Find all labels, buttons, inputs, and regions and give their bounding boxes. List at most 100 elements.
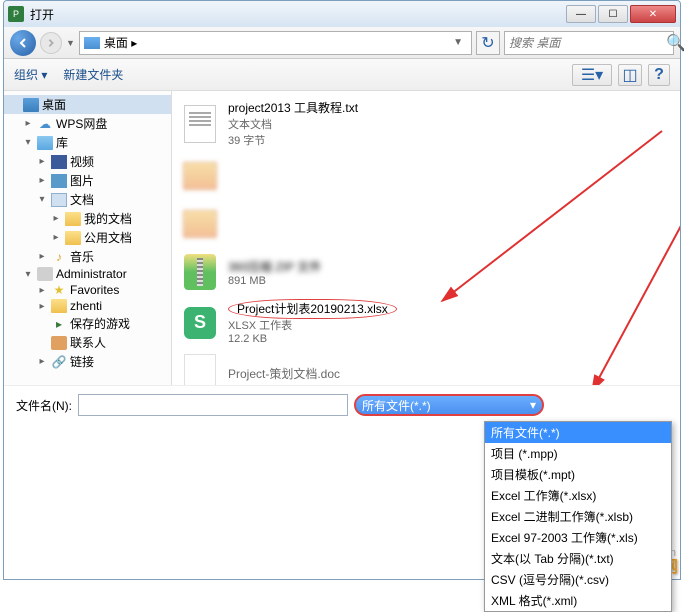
arrow-right-icon — [46, 38, 56, 48]
tree-twisty-icon[interactable]: ▾ — [22, 269, 34, 280]
file-name: 360压缩 ZIP 文件 — [228, 260, 321, 274]
filetype-combo[interactable]: 所有文件(*.*) ▾ — [354, 394, 544, 416]
tree-twisty-icon[interactable]: ▸ — [36, 251, 48, 262]
window-title: 打开 — [30, 6, 566, 23]
search-box[interactable]: 🔍 — [504, 31, 674, 55]
arrow-left-icon — [17, 37, 29, 49]
preview-pane-button[interactable]: ◫ — [618, 64, 642, 86]
organize-button[interactable]: 组织 ▾ — [14, 66, 47, 83]
folder-icon — [51, 299, 67, 313]
tree-item-label: 桌面 — [42, 96, 66, 113]
tree-twisty-icon[interactable]: ▸ — [36, 175, 48, 186]
file-item[interactable]: 360压缩 ZIP 文件 891 MB — [176, 248, 676, 296]
folder-icon — [65, 212, 81, 226]
tree-item-链接[interactable]: ▸🔗链接 — [4, 352, 171, 371]
filetype-option[interactable]: 所有文件(*.*) — [485, 422, 671, 443]
tree-twisty-icon[interactable]: ▸ — [50, 213, 62, 224]
location-bar[interactable]: 桌面 ▸ ▼ — [79, 31, 472, 55]
tree-twisty-icon[interactable]: ▸ — [36, 285, 48, 296]
minimize-button[interactable]: — — [566, 5, 596, 23]
forward-button — [40, 32, 62, 54]
file-item[interactable] — [176, 200, 676, 248]
contact-icon — [51, 336, 67, 350]
toolbar: 组织 ▾ 新建文件夹 ☰ ▾ ◫ ? — [4, 59, 680, 91]
save-icon: ▸ — [51, 317, 67, 331]
user-icon — [37, 267, 53, 281]
tree-item-保存的游戏[interactable]: ▸保存的游戏 — [4, 314, 171, 333]
file-item[interactable] — [176, 152, 676, 200]
tree-item-WPS网盘[interactable]: ▸☁WPS网盘 — [4, 114, 171, 133]
close-button[interactable]: ✕ — [630, 5, 676, 23]
txt-file-icon — [180, 104, 220, 144]
tree-twisty-icon[interactable]: ▸ — [36, 156, 48, 167]
filetype-option[interactable]: XML 格式(*.xml) — [485, 590, 671, 611]
desktop-icon — [23, 98, 39, 112]
filetype-option[interactable]: Excel 工作簿(*.xlsx) — [485, 485, 671, 506]
tree-item-音乐[interactable]: ▸♪音乐 — [4, 247, 171, 266]
filetype-option[interactable]: Excel 97-2003 工作簿(*.xls) — [485, 527, 671, 548]
maximize-button[interactable]: ☐ — [598, 5, 628, 23]
tree-twisty-icon[interactable]: ▸ — [22, 118, 34, 129]
tree-item-label: zhenti — [70, 299, 102, 313]
filename-input[interactable] — [78, 394, 348, 416]
new-folder-button[interactable]: 新建文件夹 — [63, 66, 123, 83]
file-name: Project-策划文档.doc — [228, 367, 340, 381]
folder-icon — [65, 231, 81, 245]
tree-item-Favorites[interactable]: ▸★Favorites — [4, 282, 171, 298]
filetype-option[interactable]: 项目模板(*.mpt) — [485, 464, 671, 485]
tree-item-label: Favorites — [70, 283, 119, 297]
file-name: project2013 工具教程.txt — [228, 101, 358, 115]
tree-item-Administrator[interactable]: ▾Administrator — [4, 266, 171, 282]
file-name: Project计划表20190213.xlsx — [228, 299, 397, 319]
filetype-option[interactable]: Excel 二进制工作簿(*.xlsb) — [485, 506, 671, 527]
zip-file-icon — [180, 252, 220, 292]
music-icon: ♪ — [51, 250, 67, 264]
filename-row: 文件名(N): 所有文件(*.*) ▾ — [4, 385, 680, 424]
tree-twisty-icon[interactable]: ▸ — [36, 301, 48, 312]
file-list[interactable]: project2013 工具教程.txt 文本文档 39 字节 360压缩 ZI… — [172, 91, 680, 385]
help-button[interactable]: ? — [648, 64, 670, 86]
file-item[interactable]: S Project计划表20190213.xlsx XLSX 工作表 12.2 … — [176, 296, 676, 349]
tree-item-label: 我的文档 — [84, 210, 132, 227]
tree-twisty-icon[interactable]: ▾ — [36, 194, 48, 205]
tree-item-我的文档[interactable]: ▸ 我的文档 — [4, 209, 171, 228]
folder-tree[interactable]: 桌面▸☁WPS网盘▾库▸视频▸图片▾文档▸我的文档▸公用文档▸♪音乐▾Admin… — [4, 91, 172, 385]
tree-item-label: WPS网盘 — [56, 115, 107, 132]
filetype-option[interactable]: CSV (逗号分隔)(*.csv) — [485, 569, 671, 590]
tree-item-联系人[interactable]: 联系人 — [4, 333, 171, 352]
tree-item-公用文档[interactable]: ▸公用文档 — [4, 228, 171, 247]
tree-twisty-icon[interactable]: ▸ — [36, 356, 48, 367]
file-item[interactable]: project2013 工具教程.txt 文本文档 39 字节 — [176, 95, 676, 152]
tree-item-zhenti[interactable]: ▸ zhenti — [4, 298, 171, 314]
search-icon: 🔍 — [666, 33, 684, 53]
tree-item-视频[interactable]: ▸ 视频 — [4, 152, 171, 171]
filetype-dropdown[interactable]: 所有文件(*.*)项目 (*.mpp)项目模板(*.mpt)Excel 工作簿(… — [484, 421, 672, 612]
refresh-button[interactable]: ↻ — [476, 31, 500, 55]
history-dropdown-icon[interactable]: ▼ — [66, 38, 75, 48]
lib-icon — [37, 136, 53, 150]
search-input[interactable] — [509, 36, 666, 50]
link-icon: 🔗 — [51, 355, 67, 369]
tree-item-文档[interactable]: ▾文档 — [4, 190, 171, 209]
view-mode-button[interactable]: ☰ ▾ — [572, 64, 612, 86]
refresh-icon: ↻ — [481, 33, 494, 53]
tree-twisty-icon[interactable]: ▾ — [22, 137, 34, 148]
filename-label: 文件名(N): — [16, 397, 72, 414]
file-size: 12.2 KB — [228, 333, 397, 345]
tree-item-桌面[interactable]: 桌面 — [4, 95, 171, 114]
tree-item-label: 链接 — [70, 353, 94, 370]
filetype-option[interactable]: 项目 (*.mpp) — [485, 443, 671, 464]
img-file-icon — [180, 204, 220, 244]
filetype-option[interactable]: 文本(以 Tab 分隔)(*.txt) — [485, 548, 671, 569]
location-dropdown-icon[interactable]: ▼ — [449, 37, 467, 48]
tree-item-库[interactable]: ▾库 — [4, 133, 171, 152]
filetype-selected: 所有文件(*.*) — [362, 397, 431, 414]
tree-item-label: 视频 — [70, 153, 94, 170]
file-item[interactable]: Project-策划文档.doc — [176, 349, 676, 385]
cloud-icon: ☁ — [37, 117, 53, 131]
tree-twisty-icon[interactable]: ▸ — [50, 232, 62, 243]
tree-item-图片[interactable]: ▸图片 — [4, 171, 171, 190]
back-button[interactable] — [10, 30, 36, 56]
img-file-icon — [180, 156, 220, 196]
tree-item-label: 库 — [56, 134, 68, 151]
